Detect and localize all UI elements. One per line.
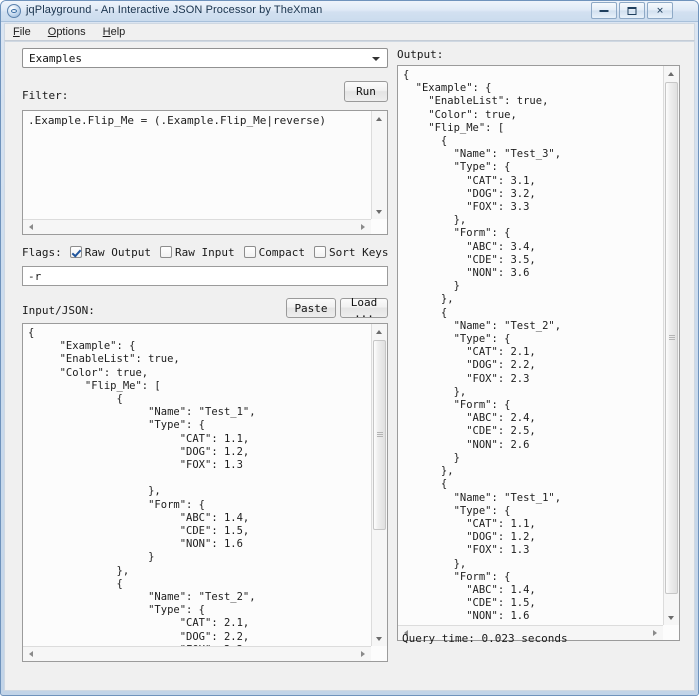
menu-item-options[interactable]: Options (48, 26, 86, 38)
menu-file-rest: ile (19, 26, 31, 38)
scroll-down-icon[interactable] (664, 610, 679, 625)
filter-label: Filter: (22, 89, 69, 102)
scroll-up-icon[interactable] (372, 324, 387, 339)
output-scroll-thumb[interactable] (665, 82, 678, 594)
menu-help-rest: elp (110, 26, 126, 38)
scroll-right-icon[interactable] (356, 647, 371, 661)
flags-row: Flags: Raw Output Raw Input Compact Sort… (22, 244, 446, 260)
scroll-right-icon[interactable] (648, 626, 663, 640)
examples-dropdown[interactable]: Examples (22, 48, 388, 68)
right-panel: Output: { "Example": { "EnableList": tru… (397, 48, 680, 645)
chevron-down-icon (372, 57, 380, 61)
paste-button[interactable]: Paste (286, 298, 336, 318)
input-vertical-scrollbar[interactable] (371, 324, 387, 646)
menu-options-rest: ptions (56, 26, 86, 38)
input-json-textarea[interactable]: { "Example": { "EnableList": true, "Colo… (22, 323, 388, 662)
input-json-label: Input/JSON: (22, 304, 95, 317)
flag-raw-input-label: Raw Input (174, 245, 235, 259)
input-scroll-thumb[interactable] (373, 340, 386, 530)
output-textarea[interactable]: { "Example": { "EnableList": true, "Colo… (397, 65, 680, 641)
menu-item-file[interactable]: File (13, 26, 31, 38)
flag-sort-keys-label: Sort Keys (328, 245, 389, 259)
minimize-icon (599, 9, 609, 12)
flag-raw-input[interactable]: Raw Input (159, 245, 235, 259)
application-window: jqPlayground - An Interactive JSON Proce… (0, 0, 699, 696)
checkbox-compact-icon[interactable] (243, 246, 256, 258)
maximize-button[interactable] (619, 2, 645, 19)
checkbox-raw-input-icon[interactable] (159, 246, 172, 258)
maximize-icon (627, 6, 637, 15)
scroll-up-icon[interactable] (664, 66, 679, 81)
checkbox-raw-output-icon[interactable] (69, 246, 82, 258)
output-json-text: { "Example": { "EnableList": true, "Colo… (403, 69, 562, 640)
flag-compact[interactable]: Compact (243, 245, 305, 259)
checkbox-sort-keys-icon[interactable] (313, 246, 326, 258)
scroll-left-icon[interactable] (23, 220, 38, 234)
query-time-status: Query time: 0.023 seconds (402, 632, 568, 645)
scroll-down-icon[interactable] (372, 631, 387, 646)
examples-dropdown-value: Examples (29, 52, 82, 65)
scroll-down-icon[interactable] (372, 204, 387, 219)
close-icon: ✕ (656, 5, 664, 15)
title-bar: jqPlayground - An Interactive JSON Proce… (1, 1, 698, 22)
client-area: Examples Filter: Run .Example.Flip_Me = … (4, 41, 695, 691)
run-button[interactable]: Run (344, 81, 388, 102)
scroll-up-icon[interactable] (372, 111, 387, 126)
output-label: Output: (397, 48, 444, 61)
menu-help-accel: H (102, 26, 111, 38)
filter-horizontal-scrollbar[interactable] (23, 219, 371, 234)
flag-raw-output-label: Raw Output (84, 245, 151, 259)
output-vertical-scrollbar[interactable] (663, 66, 679, 625)
flag-raw-output[interactable]: Raw Output (69, 245, 151, 259)
filter-vertical-scrollbar[interactable] (371, 111, 387, 219)
scroll-left-icon[interactable] (23, 647, 38, 661)
flag-sort-keys[interactable]: Sort Keys (313, 245, 389, 259)
menu-file-accel: F (13, 26, 20, 38)
app-circle-icon (7, 4, 21, 18)
minimize-button[interactable] (591, 2, 617, 19)
window-title: jqPlayground - An Interactive JSON Proce… (26, 4, 323, 16)
flag-compact-label: Compact (258, 245, 305, 259)
flags-label: Flags: (22, 245, 62, 259)
load-button[interactable]: Load ... (340, 297, 388, 319)
close-button[interactable]: ✕ (647, 2, 673, 19)
filter-text: .Example.Flip_Me = (.Example.Flip_Me|rev… (28, 114, 327, 127)
filter-textarea[interactable]: .Example.Flip_Me = (.Example.Flip_Me|rev… (22, 110, 388, 235)
input-horizontal-scrollbar[interactable] (23, 646, 371, 661)
left-panel: Examples Filter: Run .Example.Flip_Me = … (22, 48, 446, 662)
input-json-text: { "Example": { "EnableList": true, "Colo… (28, 327, 256, 661)
scroll-right-icon[interactable] (356, 220, 371, 234)
menu-bar: File Options Help (4, 23, 695, 41)
flags-input[interactable]: -r (22, 266, 388, 286)
menu-item-help[interactable]: Help (103, 26, 126, 38)
